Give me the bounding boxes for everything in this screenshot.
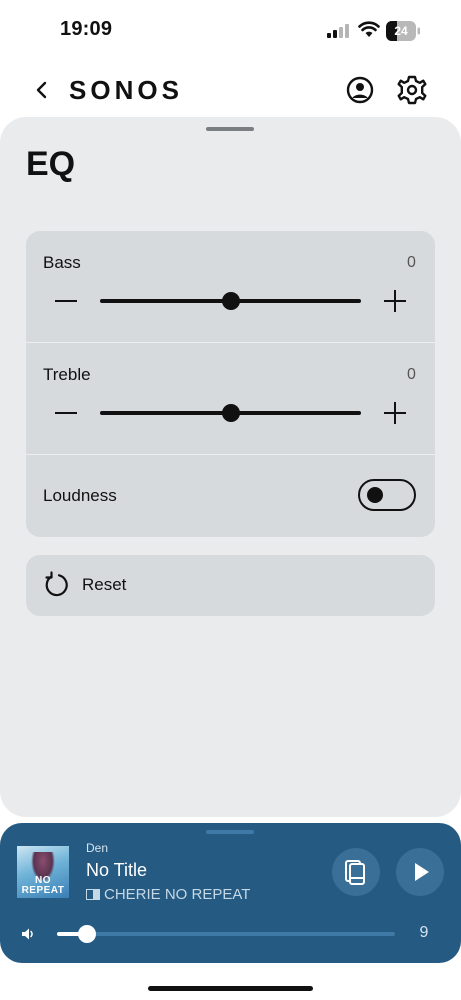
bass-decrease-button[interactable] <box>52 287 80 315</box>
volume-slider[interactable] <box>57 925 395 943</box>
treble-slider[interactable] <box>100 404 361 422</box>
artist-name: CHERIE NO REPEAT <box>104 886 251 903</box>
settings-button[interactable] <box>396 74 428 106</box>
brand-logo: SONOS <box>69 75 183 105</box>
artist-row: CHERIE NO REPEAT <box>86 886 250 903</box>
track-title: No Title <box>86 860 148 880</box>
loudness-label: Loudness <box>43 486 117 505</box>
toggle-knob <box>367 487 383 503</box>
album-art-text: NO REPEAT <box>21 875 65 896</box>
divider <box>26 454 435 455</box>
divider <box>26 342 435 343</box>
play-icon <box>415 863 429 881</box>
treble-slider-thumb[interactable] <box>221 404 240 422</box>
treble-value: 0 <box>407 366 416 383</box>
bass-increase-button[interactable] <box>381 287 409 315</box>
bass-label: Bass <box>43 253 81 272</box>
volume-value: 9 <box>419 924 429 941</box>
battery-icon: 24 <box>386 21 422 41</box>
gear-icon <box>397 75 427 105</box>
plus-icon <box>384 290 406 312</box>
source-badge-icon <box>86 889 100 900</box>
wifi-icon <box>358 21 380 37</box>
room-name: Den <box>86 841 109 855</box>
play-button[interactable] <box>396 848 444 896</box>
now-playing-drag-handle[interactable] <box>206 830 254 834</box>
treble-increase-button[interactable] <box>381 399 409 427</box>
queue-icon <box>345 860 365 885</box>
bass-slider-thumb[interactable] <box>221 292 240 310</box>
loudness-toggle[interactable] <box>358 479 416 511</box>
queue-button[interactable] <box>332 848 380 896</box>
treble-label: Treble <box>43 365 91 384</box>
volume-slider-thumb[interactable] <box>78 925 97 943</box>
page-title: EQ <box>26 145 76 183</box>
reset-label: Reset <box>82 575 127 594</box>
user-circle-icon <box>346 76 374 104</box>
bass-value: 0 <box>407 254 416 271</box>
profile-button[interactable] <box>345 75 375 105</box>
home-indicator <box>148 986 313 991</box>
sheet-drag-handle[interactable] <box>206 127 254 131</box>
status-time: 19:09 <box>60 18 113 40</box>
back-button[interactable] <box>28 74 56 106</box>
reset-button[interactable]: Reset <box>26 555 435 616</box>
rotate-ccw-icon <box>45 571 68 597</box>
chevron-left-icon <box>36 81 47 99</box>
speaker-icon[interactable] <box>20 926 36 942</box>
cellular-signal-icon <box>327 24 349 38</box>
plus-icon <box>384 402 406 424</box>
album-art[interactable]: NO REPEAT <box>17 846 69 898</box>
battery-level: 24 <box>394 24 408 38</box>
treble-decrease-button[interactable] <box>52 399 80 427</box>
now-playing-bar[interactable]: NO REPEAT Den No Title CHERIE NO REPEAT … <box>0 823 461 963</box>
bass-slider[interactable] <box>100 292 361 310</box>
